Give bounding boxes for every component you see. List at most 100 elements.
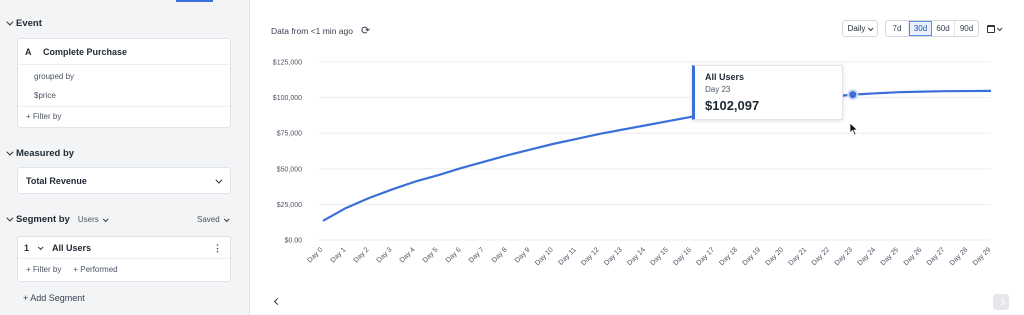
segment-type-dropdown[interactable]: Users <box>77 215 109 224</box>
event-row[interactable]: A Complete Purchase <box>18 39 230 65</box>
x-tick-label: Day 7 <box>468 246 486 264</box>
segment-section-header[interactable]: Segment by Users <box>6 214 109 225</box>
chevron-down-icon <box>6 18 14 26</box>
y-tick-label: $100,000 <box>273 95 302 102</box>
x-tick-label: Day 21 <box>787 246 808 267</box>
event-section-header[interactable]: Event <box>6 18 42 29</box>
x-tick-label: Day 6 <box>445 246 463 264</box>
data-point <box>875 92 877 94</box>
active-tab-indicator <box>176 0 213 2</box>
event-filter-button[interactable]: + Filter by <box>18 106 230 126</box>
x-tick-label: Day 0 <box>307 246 325 264</box>
segment-number: 1 <box>24 242 30 253</box>
x-tick-label: Day 10 <box>534 246 555 267</box>
saved-segments-dropdown[interactable]: Saved <box>197 215 230 224</box>
chevron-left-icon <box>273 297 281 305</box>
data-point <box>506 154 508 156</box>
data-point <box>322 220 324 222</box>
chevron-down-icon <box>102 215 109 222</box>
x-tick-label: Day 22 <box>811 246 832 267</box>
segment-filter-button[interactable]: + Filter by <box>26 265 61 274</box>
data-point <box>621 128 623 130</box>
grouped-by-label: grouped by <box>34 72 75 81</box>
x-tick-label: Day 14 <box>626 246 647 267</box>
measured-by-select[interactable]: Total Revenue <box>17 167 231 194</box>
data-point <box>944 90 946 92</box>
x-tick-label: Day 15 <box>649 246 670 267</box>
y-tick-label: $125,000 <box>273 60 302 67</box>
x-tick-label: Day 24 <box>857 246 878 267</box>
x-tick-label: Day 9 <box>514 246 532 264</box>
more-options-icon[interactable]: ⋮ <box>213 243 222 254</box>
measured-by-label: Measured by <box>16 148 75 159</box>
event-letter: A <box>25 46 32 57</box>
event-card: A Complete Purchase grouped by $price + … <box>17 38 231 128</box>
x-tick-label: Day 12 <box>580 246 601 267</box>
data-point <box>967 90 969 92</box>
event-name: Complete Purchase <box>43 46 128 57</box>
chart-panel: Data from <1 min ago ⟳ Daily 7d 30d 60d … <box>251 0 1024 315</box>
mouse-pointer-icon <box>849 122 859 136</box>
data-point <box>437 174 439 176</box>
x-tick-label: Day 3 <box>376 246 394 264</box>
measured-by-section-header[interactable]: Measured by <box>6 148 74 159</box>
data-point <box>345 207 347 209</box>
segment-type-value: Users <box>77 215 99 224</box>
data-point <box>368 197 370 199</box>
x-tick-label: Day 19 <box>741 246 762 267</box>
segment-name: All Users <box>52 242 92 253</box>
data-point <box>414 180 416 182</box>
x-tick-label: Day 11 <box>558 246 578 266</box>
data-point <box>921 90 923 92</box>
x-tick-label: Day 28 <box>949 246 970 267</box>
highlighted-data-point <box>847 89 859 101</box>
series-line-all-users <box>322 89 992 222</box>
query-sidebar: Event A Complete Purchase grouped by $pr… <box>0 0 250 315</box>
x-tick-label: Day 18 <box>718 246 739 267</box>
data-point <box>598 133 600 135</box>
data-point <box>667 120 669 122</box>
chevron-down-icon[interactable] <box>37 243 44 250</box>
chevron-right-icon <box>997 298 1005 306</box>
x-tick-label: Day 13 <box>603 246 624 267</box>
x-tick-label: Day 2 <box>353 246 371 264</box>
data-point <box>552 143 554 145</box>
tooltip-series-name: All Users <box>705 72 745 82</box>
segment-performed-button[interactable]: + Performed <box>73 265 117 274</box>
x-tick-label: Day 16 <box>672 246 693 267</box>
x-tick-label: Day 23 <box>834 246 855 267</box>
chevron-down-icon <box>215 176 223 184</box>
x-tick-label: Day 27 <box>926 246 947 267</box>
segment-filter-row: + Filter by + Performed <box>18 259 230 279</box>
data-point <box>391 188 393 190</box>
y-tick-label: $75,000 <box>277 131 302 138</box>
data-point <box>460 167 462 169</box>
y-tick-label: $25,000 <box>277 202 302 209</box>
chevron-down-icon <box>6 148 14 156</box>
tooltip-day: Day 23 <box>705 85 731 94</box>
segment-row[interactable]: 1 All Users ⋮ <box>18 237 230 259</box>
x-tick-label: Day 26 <box>903 246 924 267</box>
segment-by-label: Segment by <box>16 214 70 225</box>
scroll-right-button[interactable] <box>993 294 1009 310</box>
chevron-down-icon <box>6 214 14 222</box>
tooltip-value: $102,097 <box>705 98 760 113</box>
x-tick-label: Day 29 <box>972 246 993 267</box>
segment-card: 1 All Users ⋮ + Filter by + Performed <box>17 236 231 282</box>
data-point <box>898 91 900 93</box>
y-tick-label: $50,000 <box>277 166 302 173</box>
x-tick-label: Day 1 <box>330 246 348 264</box>
x-tick-label: Day 20 <box>764 246 785 267</box>
data-point <box>990 90 992 92</box>
add-segment-button[interactable]: + Add Segment <box>23 293 85 303</box>
x-tick-label: Day 5 <box>422 246 440 264</box>
x-tick-label: Day 4 <box>399 246 417 264</box>
event-section-label: Event <box>16 18 42 29</box>
group-property[interactable]: $price <box>18 91 230 100</box>
data-point <box>644 124 646 126</box>
saved-label: Saved <box>197 215 220 224</box>
scroll-left-button[interactable] <box>270 294 284 308</box>
revenue-line-chart[interactable]: $0.00 $25,000 $50,000 $75,000 $100,000 $125,0… <box>251 0 1024 290</box>
data-point <box>529 148 531 150</box>
x-tick-label: Day 17 <box>695 246 716 267</box>
